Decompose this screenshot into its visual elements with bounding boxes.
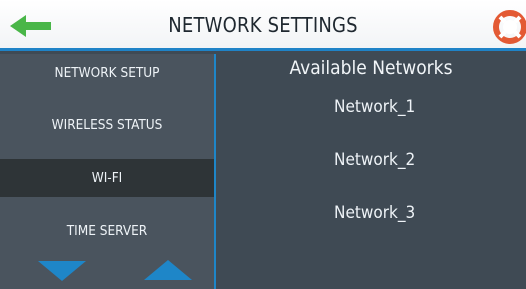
scroll-down-button[interactable] (36, 259, 88, 283)
sidebar-item-time-server[interactable]: TIME SERVER (0, 212, 214, 250)
wifi-panel: Available Networks Network_1 Network_2 N… (216, 54, 526, 289)
network-list-item[interactable]: Network_2 (334, 150, 454, 170)
network-settings-screen: NETWORK SETTINGS NETWORK SETUP WIRELESS … (0, 0, 526, 289)
header-bar: NETWORK SETTINGS (0, 0, 526, 51)
scroll-up-button[interactable] (142, 258, 194, 282)
settings-sidebar: NETWORK SETUP WIRELESS STATUS WI-FI TIME… (0, 54, 214, 289)
help-button[interactable] (492, 9, 526, 45)
network-list-item[interactable]: Network_1 (334, 97, 454, 117)
lifebuoy-icon (493, 10, 526, 44)
sidebar-item-wi-fi[interactable]: WI-FI (0, 159, 214, 197)
network-list-item[interactable]: Network_3 (334, 203, 454, 223)
available-networks-title: Available Networks (289, 57, 453, 79)
sidebar-item-network-setup[interactable]: NETWORK SETUP (0, 54, 214, 92)
page-title: NETWORK SETTINGS (168, 13, 358, 37)
sidebar-item-wireless-status[interactable]: WIRELESS STATUS (0, 106, 214, 144)
